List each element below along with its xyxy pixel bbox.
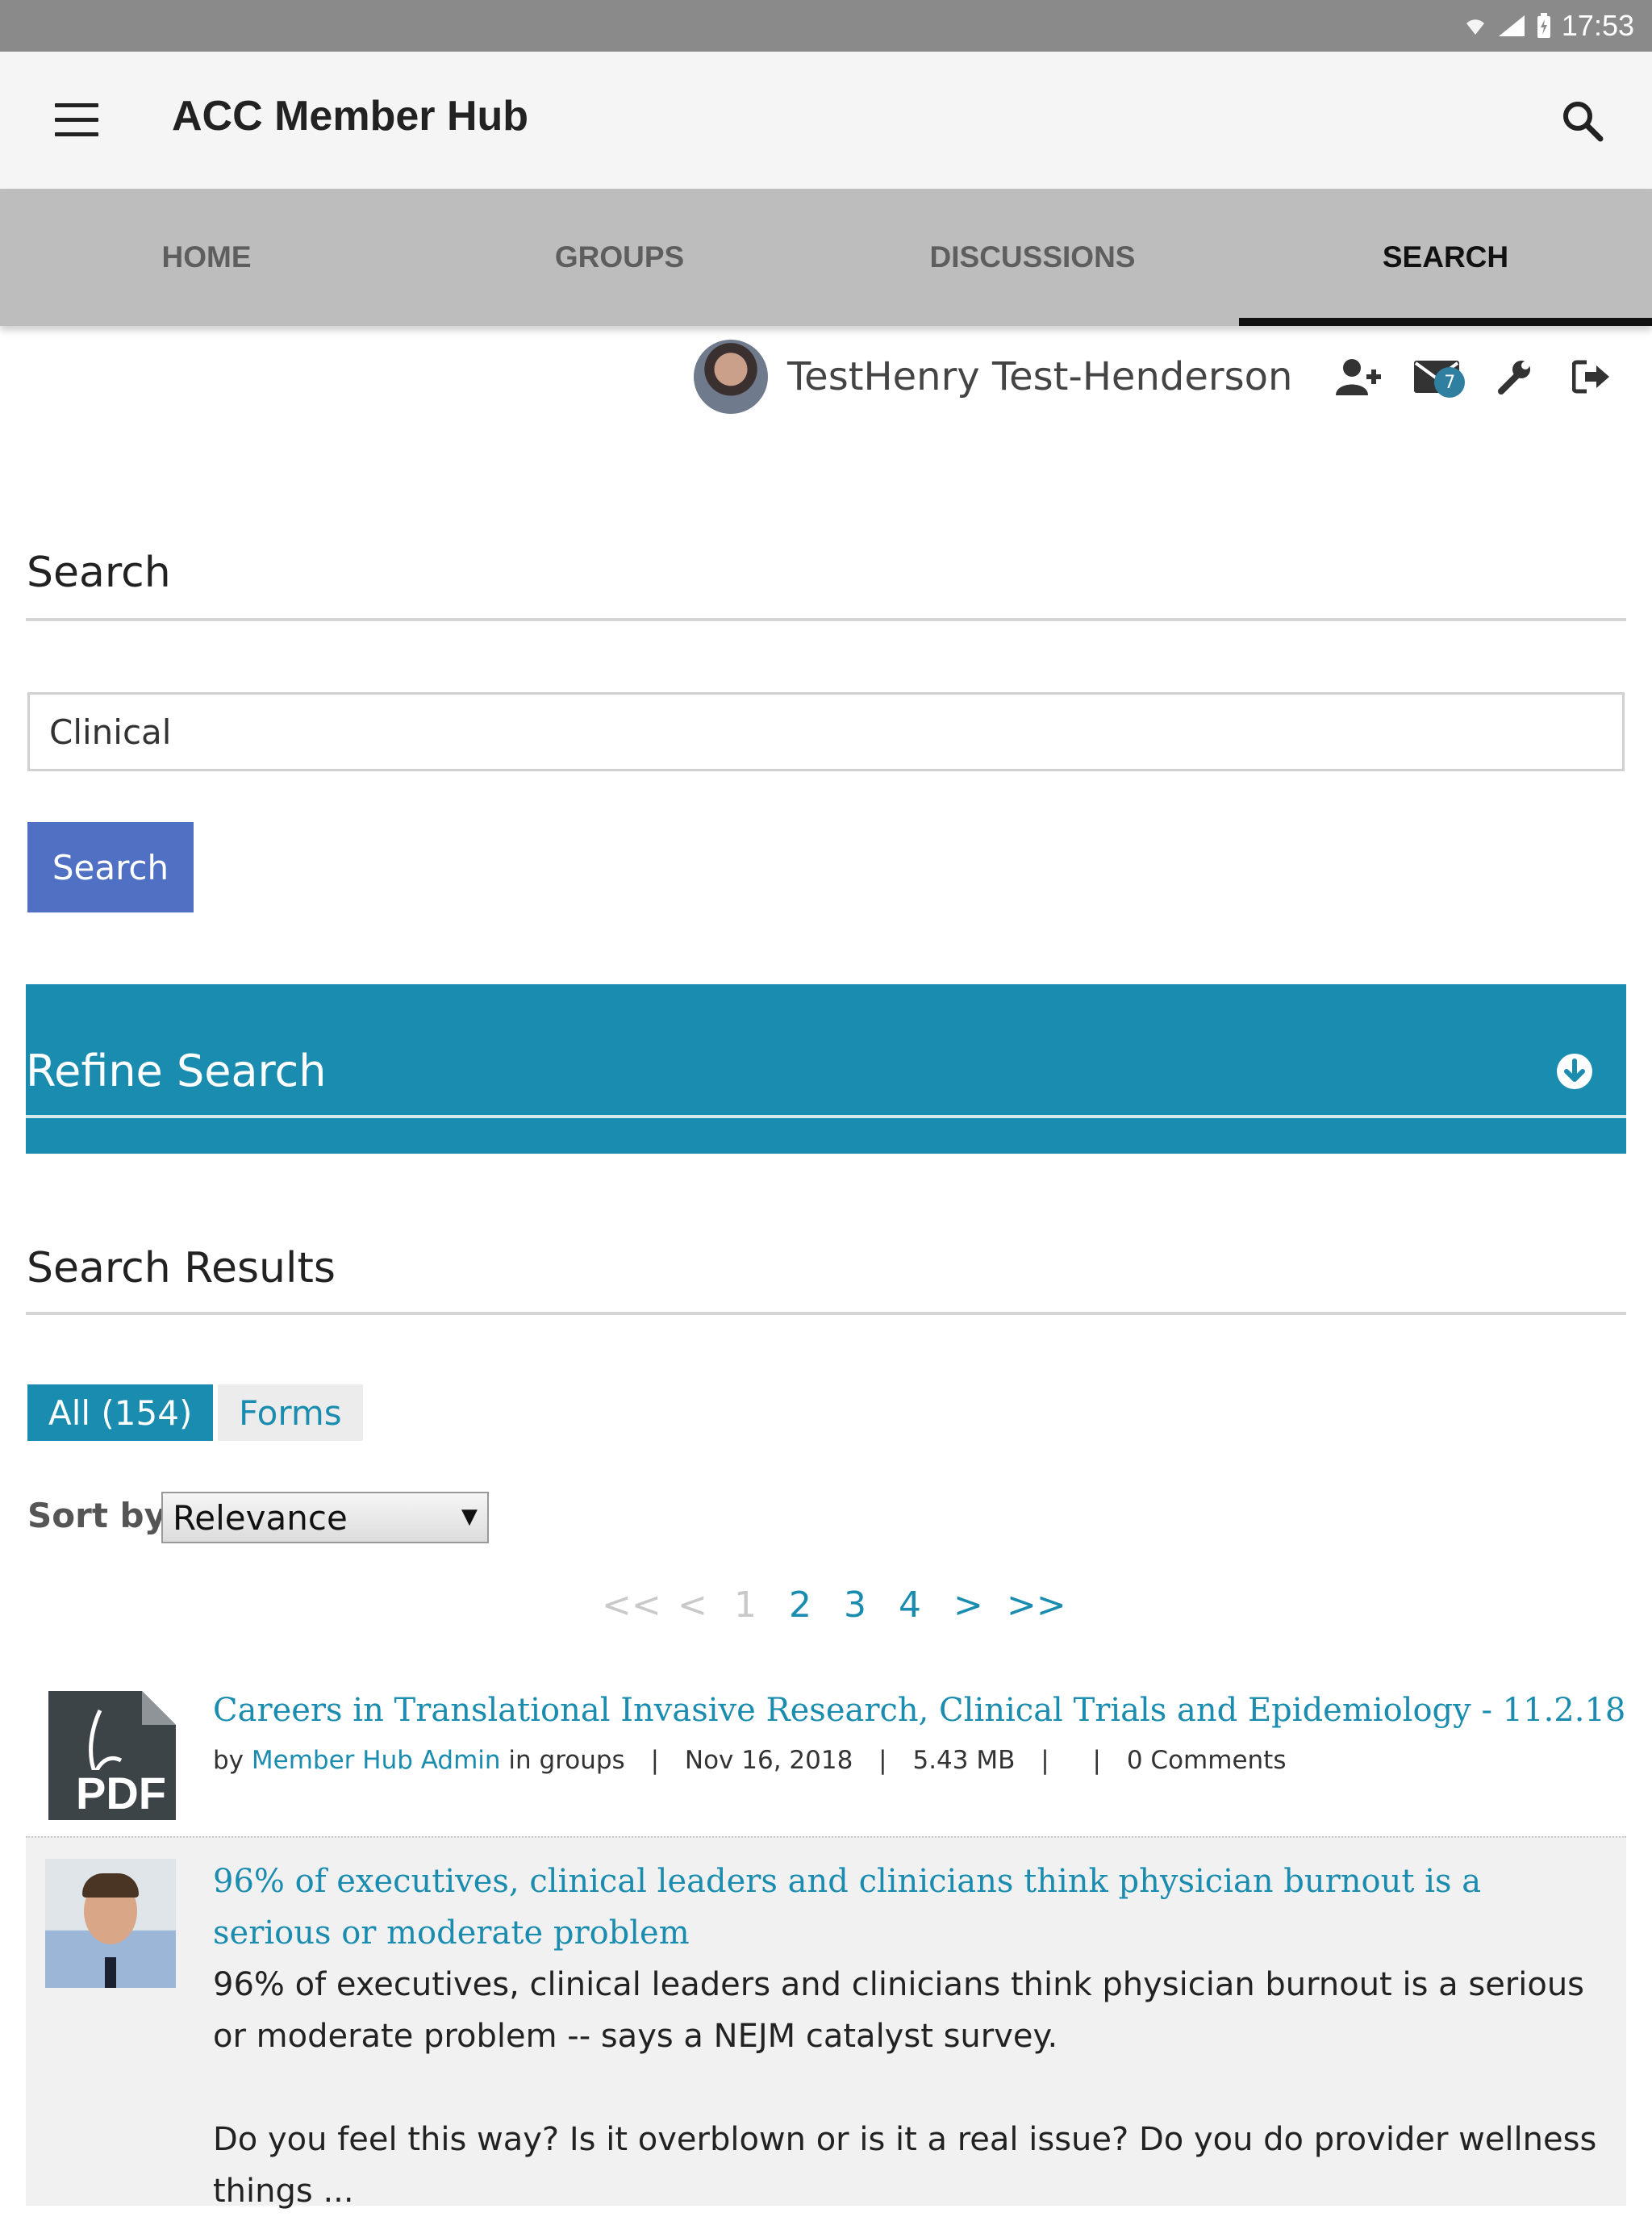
sort-label: Sort by: bbox=[27, 1496, 180, 1535]
author-photo[interactable] bbox=[45, 1859, 176, 1988]
search-heading: Search bbox=[27, 549, 171, 597]
pdf-file-icon[interactable]: PDF bbox=[44, 1686, 181, 1825]
svg-text:PDF: PDF bbox=[76, 1768, 166, 1818]
sort-selected-value: Relevance bbox=[173, 1497, 348, 1538]
expand-down-icon[interactable] bbox=[1555, 1052, 1594, 1091]
result-title[interactable]: Careers in Translational Invasive Resear… bbox=[213, 1685, 1625, 1736]
page-4[interactable]: 4 bbox=[899, 1584, 921, 1626]
filter-all[interactable]: All (154) bbox=[27, 1384, 214, 1441]
status-time: 17:53 bbox=[1561, 9, 1634, 42]
messages-icon[interactable]: 7 bbox=[1413, 353, 1466, 401]
search-input[interactable] bbox=[27, 692, 1625, 771]
search-button[interactable]: Search bbox=[27, 822, 194, 912]
result-meta: by Member Hub Admin in groups | Nov 16, … bbox=[213, 1746, 1287, 1775]
filter-forms[interactable]: Forms bbox=[218, 1384, 363, 1441]
sort-select[interactable]: Relevance ▼ bbox=[161, 1492, 489, 1543]
pagination: << < 1 2 3 4 > >> bbox=[0, 1584, 1652, 1633]
search-divider bbox=[26, 618, 1626, 621]
tab-search[interactable]: SEARCH bbox=[1239, 189, 1652, 326]
results-divider bbox=[26, 1312, 1626, 1315]
author-link[interactable]: Member Hub Admin bbox=[252, 1746, 501, 1775]
result-item: PDF Careers in Translational Invasive Re… bbox=[26, 1675, 1626, 1836]
result-item: 96% of executives, clinical leaders and … bbox=[26, 1836, 1626, 2210]
app-title: ACC Member Hub bbox=[172, 93, 529, 140]
add-friend-icon[interactable] bbox=[1336, 353, 1383, 401]
avatar[interactable] bbox=[694, 340, 768, 414]
user-name[interactable]: TestHenry Test-Henderson bbox=[787, 354, 1292, 399]
messages-badge: 7 bbox=[1434, 367, 1466, 398]
results-heading: Search Results bbox=[27, 1244, 336, 1292]
settings-wrench-icon[interactable] bbox=[1491, 353, 1537, 401]
result-title[interactable]: 96% of executives, clinical leaders and … bbox=[213, 1856, 1584, 1959]
page-prev[interactable]: < bbox=[678, 1584, 707, 1626]
signal-icon bbox=[1498, 15, 1525, 36]
refine-search-panel[interactable]: Refine Search bbox=[26, 984, 1626, 1154]
refine-search-label: Refine Search bbox=[26, 1046, 327, 1096]
page-2[interactable]: 2 bbox=[789, 1584, 811, 1626]
page-last[interactable]: >> bbox=[1007, 1584, 1066, 1626]
tab-groups[interactable]: GROUPS bbox=[413, 189, 826, 326]
in-groups: in groups bbox=[508, 1746, 625, 1775]
result-date: Nov 16, 2018 bbox=[684, 1746, 853, 1775]
wifi-icon bbox=[1466, 19, 1484, 35]
result-comments[interactable]: 0 Comments bbox=[1127, 1746, 1287, 1775]
result-size: 5.43 MB bbox=[912, 1746, 1016, 1775]
dropdown-caret-icon: ▼ bbox=[461, 1505, 478, 1529]
result-snippet: 96% of executives, clinical leaders and … bbox=[213, 1966, 1585, 2055]
logout-icon[interactable] bbox=[1568, 353, 1615, 401]
status-bar: 17:53 bbox=[0, 0, 1652, 52]
result-snippet-continued: Do you feel this way? Is it overblown or… bbox=[213, 2121, 1597, 2210]
page-first[interactable]: << bbox=[602, 1584, 661, 1626]
page-3[interactable]: 3 bbox=[844, 1584, 866, 1626]
refine-divider bbox=[26, 1115, 1626, 1118]
battery-icon bbox=[1537, 13, 1550, 38]
page-1[interactable]: 1 bbox=[734, 1584, 757, 1626]
tab-home[interactable]: HOME bbox=[0, 189, 413, 326]
app-bar: ACC Member Hub bbox=[0, 52, 1652, 189]
user-bar: TestHenry Test-Henderson 7 bbox=[694, 339, 1646, 415]
search-icon[interactable] bbox=[1558, 97, 1607, 145]
tab-discussions[interactable]: DISCUSSIONS bbox=[826, 189, 1239, 326]
page-next[interactable]: > bbox=[953, 1584, 983, 1626]
by-label: by bbox=[213, 1746, 244, 1775]
tab-bar: HOME GROUPS DISCUSSIONS SEARCH bbox=[0, 189, 1652, 326]
menu-icon[interactable] bbox=[55, 103, 98, 137]
